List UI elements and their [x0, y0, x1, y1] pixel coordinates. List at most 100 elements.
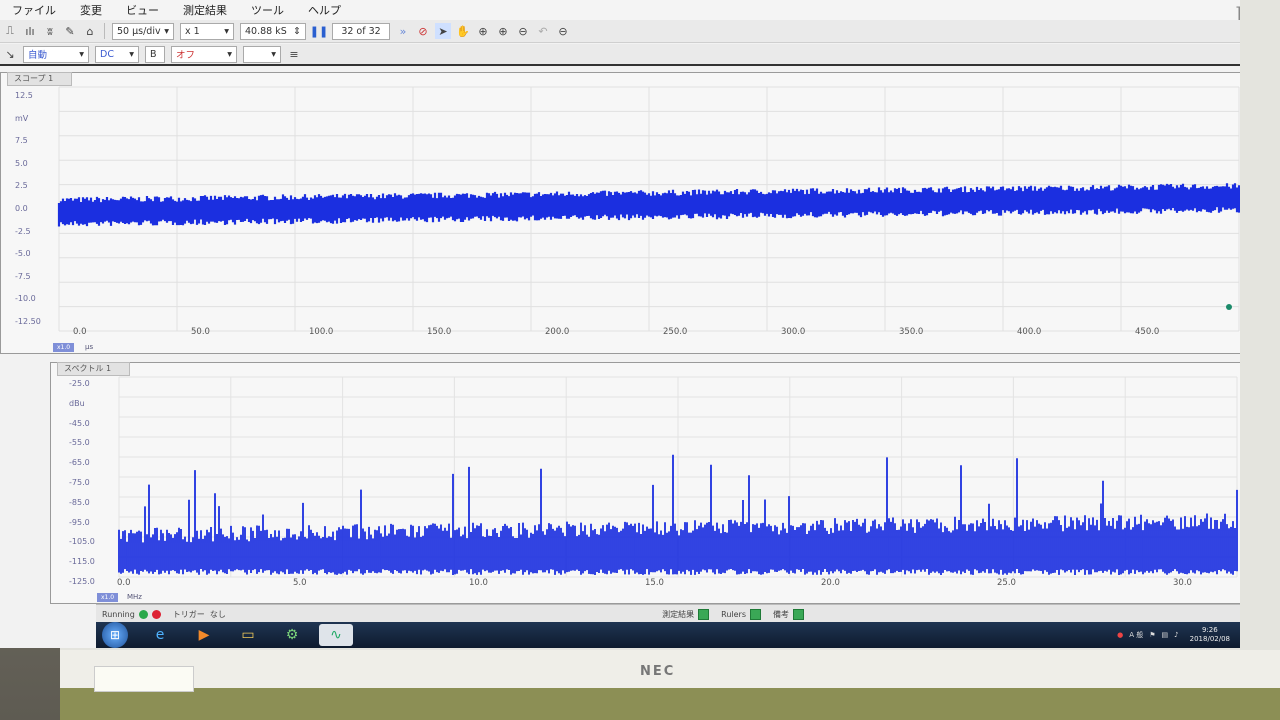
scope-x-unit-chip[interactable]: x1.0 — [53, 343, 75, 352]
zoom-out-icon[interactable]: ⊖ — [515, 23, 531, 39]
ime-indicator[interactable]: A 般 — [1129, 630, 1143, 640]
start-button-icon[interactable]: ⊞ — [102, 622, 128, 648]
tray-flag-icon[interactable]: ⚑ — [1149, 631, 1155, 639]
coupling-select[interactable]: DC ▾ — [95, 45, 139, 63]
channel-b-coupling-select[interactable]: ▾ — [243, 45, 281, 63]
hand-tool-icon[interactable]: ✋ — [455, 23, 471, 39]
chevron-down-icon: ▾ — [79, 48, 84, 60]
measurements-label: 測定結果 — [662, 609, 695, 619]
stop-icon[interactable] — [151, 609, 161, 619]
folder-icon[interactable]: ▭ — [231, 624, 265, 646]
scope-y-tick: 7.5 — [15, 136, 28, 146]
scope-x-tick: 150.0 — [427, 327, 452, 337]
spectrum-x-unit-chip[interactable]: x1.0 — [97, 593, 119, 602]
spectrum-x-tick: 10.0 — [469, 578, 488, 588]
spectrum-y-tick: -85.0 — [69, 497, 90, 507]
menu-file[interactable]: ファイル — [0, 2, 68, 18]
trigger-icon: ↘ — [5, 47, 15, 61]
menu-tools[interactable]: ツール — [239, 2, 296, 18]
home-icon[interactable]: ⌂ — [82, 23, 98, 39]
rulers-toggle[interactable]: Rulers — [721, 608, 761, 620]
pointer-tool-icon[interactable]: ➤ — [435, 23, 451, 39]
multiplier-value: x 1 — [185, 25, 200, 37]
spectrum-y-tick: -115.0 — [69, 557, 95, 567]
notes-toggle[interactable]: 備考 — [773, 608, 804, 620]
clock[interactable]: 9:26 2018/02/08 — [1190, 626, 1230, 644]
samples-stepper[interactable]: 40.88 kS ⇕ — [240, 22, 306, 40]
scope-view: スコープ 1 12.5 mV 7.5 5.0 2.5 0.0 -2.5 -5.0 -7.5 -10… — [0, 72, 1240, 354]
timebase-value: 50 µs/div — [117, 25, 161, 37]
probe-icon[interactable]: ✎ — [62, 23, 78, 39]
chevron-down-icon: ▾ — [164, 25, 169, 37]
trigger-mode-select[interactable]: 自動 ▾ — [23, 45, 89, 63]
running-label: Running — [102, 609, 135, 619]
menu-help[interactable]: ヘルプ — [296, 2, 353, 18]
spectrum-x-unit: MHz — [127, 593, 142, 601]
spectrum-y-tick: -125.0 — [69, 577, 95, 586]
scope-mode-icon[interactable]: ⎍ — [2, 23, 18, 39]
buffer-value: 32 of 32 — [341, 25, 381, 37]
menu-measurements[interactable]: 測定結果 — [171, 2, 239, 18]
compass-icon[interactable]: ⊘ — [415, 23, 431, 39]
auto-setup-icon[interactable]: ≡ — [286, 46, 302, 62]
trigger-label: トリガー — [172, 609, 205, 619]
pause-icon[interactable]: ❚❚ — [310, 23, 328, 39]
timebase-select[interactable]: 50 µs/div ▾ — [112, 22, 174, 40]
scope-x-tick: 400.0 — [1017, 327, 1042, 337]
stepper-icon: ⇕ — [293, 25, 301, 37]
measurements-icon — [698, 608, 710, 620]
spectrum-y-tick: -55.0 — [69, 438, 90, 448]
channel-b-range-select[interactable]: オフ ▾ — [171, 45, 237, 63]
chevron-down-icon: ▾ — [271, 48, 276, 60]
picoscope-icon[interactable]: ∿ — [319, 624, 353, 646]
spectrum-y-tick: -95.0 — [69, 517, 90, 527]
toolbar-separator — [104, 23, 105, 39]
spectrum-x-tick: 30.0 — [1173, 578, 1192, 588]
spectrum-y-tick: -45.0 — [69, 418, 90, 428]
tray-network-icon[interactable]: ▤ — [1162, 631, 1169, 639]
measurements-toggle[interactable]: 測定結果 — [662, 608, 710, 620]
next-buffer-icon[interactable]: » — [395, 23, 411, 39]
spectrum-y-tick: dBu — [69, 398, 85, 408]
spectrum-view: スペクトル 1 -25.0 dBu -45.0 -55.0 -65.0 -75.0 -85.… — [50, 362, 1240, 604]
spectrum-y-tick: -65.0 — [69, 458, 90, 468]
spectrum-plot[interactable] — [51, 363, 1240, 603]
scope-x-tick: 50.0 — [191, 327, 210, 337]
spectrum-y-tick: -25.0 — [69, 379, 90, 388]
channel-b-button[interactable]: B — [145, 45, 165, 63]
buffer-navigator[interactable]: 32 of 32 — [332, 22, 390, 40]
windows-taskbar: ⊞ e ▶ ▭ ⚙ ∿ ● A 般 ⚑ ▤ ♪ 9:26 2018/02/08 — [96, 622, 1240, 648]
persistence-icon[interactable]: ʬ — [42, 23, 58, 39]
multiplier-select[interactable]: x 1 ▾ — [180, 22, 234, 40]
spectrum-x-tick: 20.0 — [821, 578, 840, 588]
spectrum-x-tick: 15.0 — [645, 578, 664, 588]
scope-plot[interactable] — [1, 73, 1240, 353]
scope-x-tick: 0.0 — [73, 327, 87, 337]
zoom-in-icon[interactable]: ⊕ — [495, 23, 511, 39]
zoom-fit-icon[interactable]: ⊖ — [555, 23, 571, 39]
scope-y-tick: -2.5 — [15, 226, 31, 236]
undo-zoom-icon[interactable]: ↶ — [535, 23, 551, 39]
spectrum-y-tick: -105.0 — [69, 537, 95, 547]
menu-view[interactable]: ビュー — [114, 2, 171, 18]
clock-date: 2018/02/08 — [1189, 635, 1230, 643]
tray-volume-icon[interactable]: ♪ — [1174, 631, 1178, 639]
spectrum-mode-icon[interactable]: ılı — [22, 23, 38, 39]
scope-x-tick: 100.0 — [309, 327, 334, 337]
monitor-sticker — [94, 666, 194, 692]
clock-time: 9:26 — [1201, 626, 1218, 634]
trigger-status: トリガー なし — [173, 609, 226, 620]
trigger-state: なし — [209, 609, 226, 619]
scope-x-unit: µs — [85, 343, 94, 351]
toolbar-main: ⎍ ılı ʬ ✎ ⌂ 50 µs/div ▾ x 1 ▾ 40.88 kS ⇕ ❚❚… — [0, 20, 1240, 43]
ie-icon[interactable]: e — [143, 624, 177, 646]
zoom-icon[interactable]: ⊕ — [475, 23, 491, 39]
menu-edit[interactable]: 変更 — [68, 2, 114, 18]
tray-app-icon[interactable]: ● — [1117, 631, 1123, 639]
scope-y-tick: 0.0 — [15, 204, 28, 213]
chevron-down-icon: ▾ — [224, 25, 229, 37]
spectrum-y-tick: -75.0 — [69, 478, 90, 487]
settings-icon[interactable]: ⚙ — [275, 624, 309, 646]
media-player-icon[interactable]: ▶ — [187, 624, 221, 646]
rulers-label: Rulers — [721, 609, 746, 619]
